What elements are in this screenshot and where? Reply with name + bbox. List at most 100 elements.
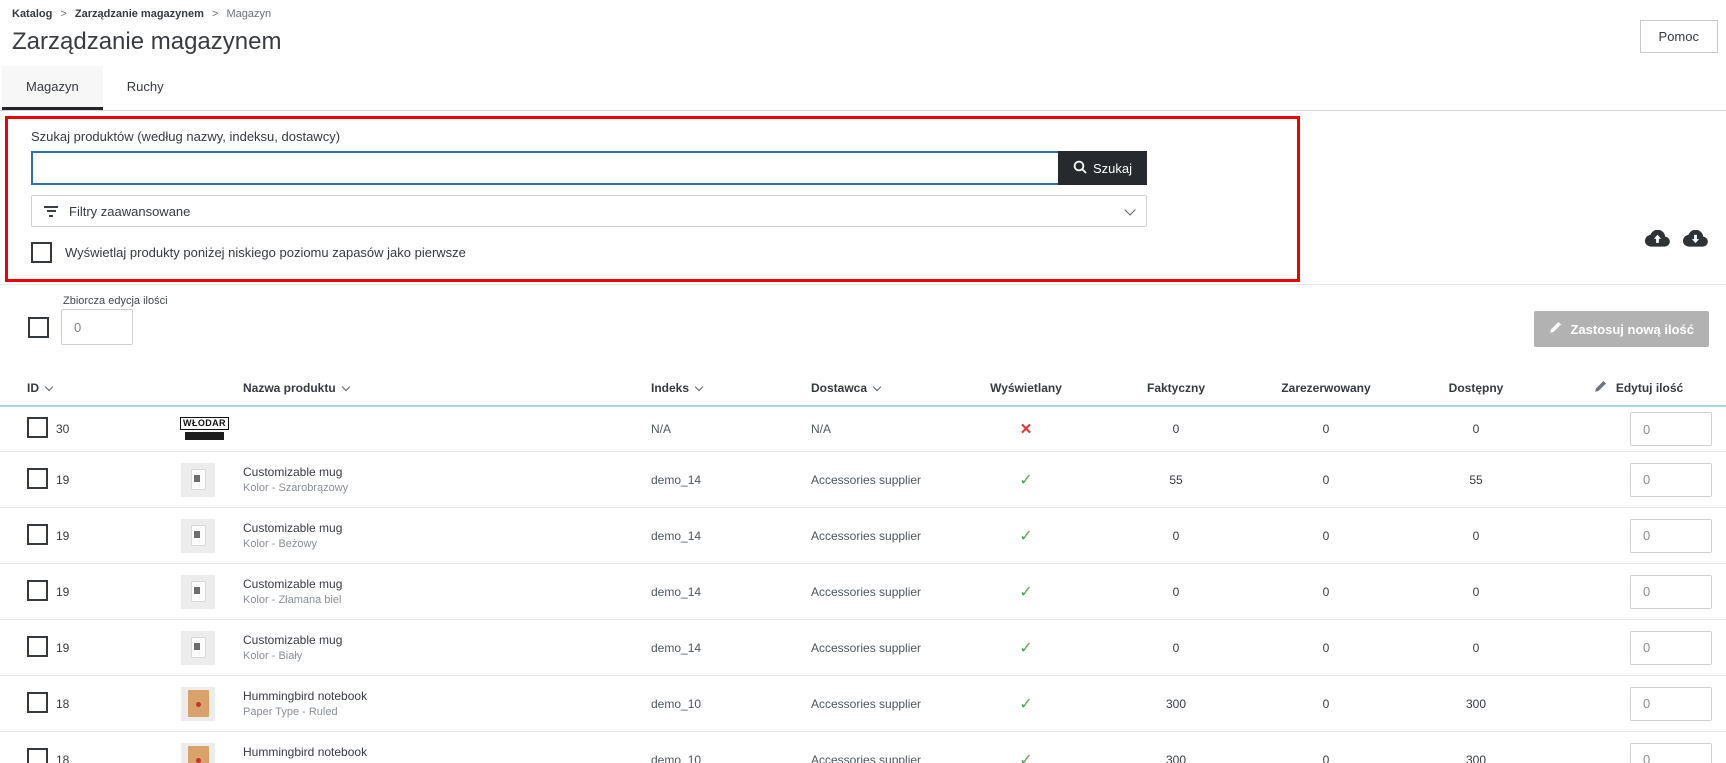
row-checkbox[interactable] — [27, 468, 48, 489]
edit-quantity-input[interactable] — [1630, 412, 1712, 446]
product-reference: demo_14 — [631, 585, 791, 599]
column-header-physical: Faktyczny — [1101, 381, 1251, 395]
available-quantity: 0 — [1401, 641, 1551, 655]
displayed-status-icon: ✓ — [951, 582, 1101, 602]
search-panel-highlighted: Szukaj produktów (według nazwy, indeksu,… — [5, 116, 1300, 282]
bulk-edit-quantity-input[interactable] — [61, 309, 133, 345]
row-select-cell — [0, 524, 56, 548]
displayed-status-icon: ✓ — [951, 638, 1101, 658]
product-variant: Kolor - Szarobrązowy — [243, 482, 348, 494]
product-thumb-cell — [181, 463, 243, 497]
physical-quantity: 0 — [1101, 422, 1251, 436]
cloud-download-icon[interactable] — [1683, 230, 1708, 253]
available-quantity: 55 — [1401, 473, 1551, 487]
filter-icon — [44, 206, 58, 217]
row-checkbox[interactable] — [27, 748, 48, 763]
displayed-status-icon: ✓ — [951, 694, 1101, 714]
advanced-filters-dropdown[interactable]: Filtry zaawansowane — [31, 195, 1147, 227]
product-id: 18 — [56, 697, 181, 711]
row-select-cell — [0, 580, 56, 604]
product-supplier: Accessories supplier — [791, 473, 951, 487]
search-input[interactable] — [31, 151, 1058, 185]
breadcrumb-current: Magazyn — [226, 8, 271, 20]
physical-quantity: 0 — [1101, 529, 1251, 543]
column-header-id[interactable]: ID — [0, 381, 181, 395]
row-checkbox[interactable] — [27, 580, 48, 601]
product-image — [181, 575, 215, 609]
available-quantity: 0 — [1401, 529, 1551, 543]
breadcrumb: Katalog > Zarządzanie magazynem > Magazy… — [12, 8, 1716, 20]
table-row: 30 N/A N/A ✕ 0 0 0 — [0, 407, 1726, 452]
row-checkbox[interactable] — [27, 417, 48, 438]
product-name-cell: Customizable mug Kolor - Beżowy — [243, 521, 631, 550]
product-id: 19 — [56, 641, 181, 655]
available-quantity: 300 — [1401, 697, 1551, 711]
product-thumb-cell — [181, 631, 243, 665]
edit-quantity-input[interactable] — [1630, 687, 1712, 721]
column-header-name[interactable]: Nazwa produktu — [243, 381, 631, 395]
breadcrumb-separator: > — [60, 8, 66, 20]
physical-quantity: 0 — [1101, 585, 1251, 599]
table-body: 30 N/A N/A ✕ 0 0 0 19 Customizable — [0, 407, 1726, 763]
edit-quantity-cell — [1551, 463, 1726, 497]
search-label: Szukaj produktów (według nazwy, indeksu,… — [31, 129, 1147, 144]
advanced-filters-label: Filtry zaawansowane — [69, 204, 190, 219]
tab-magazyn[interactable]: Magazyn — [2, 66, 103, 110]
help-button[interactable]: Pomoc — [1640, 20, 1718, 53]
product-id: 18 — [56, 753, 181, 763]
product-reference: demo_10 — [631, 753, 791, 763]
row-checkbox[interactable] — [27, 636, 48, 657]
product-image — [181, 631, 215, 665]
physical-quantity: 0 — [1101, 641, 1251, 655]
apply-new-quantity-button[interactable]: Zastosuj nową ilość — [1534, 311, 1709, 347]
tab-ruchy[interactable]: Ruchy — [103, 66, 188, 110]
row-checkbox[interactable] — [27, 524, 48, 545]
low-stock-first-row: Wyświetlaj produkty poniżej niskiego poz… — [31, 242, 1147, 263]
reserved-quantity: 0 — [1251, 473, 1401, 487]
displayed-status-icon: ✓ — [951, 470, 1101, 490]
edit-quantity-cell — [1551, 412, 1726, 446]
chevron-down-icon — [1124, 204, 1135, 215]
product-thumb-cell — [181, 743, 243, 763]
product-reference: demo_14 — [631, 473, 791, 487]
breadcrumb-catalog[interactable]: Katalog — [12, 8, 52, 20]
cloud-upload-icon[interactable] — [1645, 230, 1670, 253]
row-select-cell — [0, 636, 56, 660]
breadcrumb-stock-management[interactable]: Zarządzanie magazynem — [75, 8, 204, 20]
product-image — [181, 414, 228, 445]
sort-chevron-icon — [341, 382, 349, 390]
search-icon — [1073, 160, 1087, 177]
reserved-quantity: 0 — [1251, 753, 1401, 763]
product-name-cell: Customizable mug Kolor - Szarobrązowy — [243, 465, 631, 494]
column-header-reference[interactable]: Indeks — [631, 381, 791, 395]
product-id: 19 — [56, 585, 181, 599]
column-header-supplier[interactable]: Dostawca — [791, 381, 951, 395]
table-row: 18 Hummingbird notebook Paper Type - Pla… — [0, 732, 1726, 763]
row-select-cell — [0, 417, 56, 441]
edit-quantity-input[interactable] — [1630, 463, 1712, 497]
edit-quantity-input[interactable] — [1630, 519, 1712, 553]
edit-quantity-cell — [1551, 575, 1726, 609]
product-name-cell: Hummingbird notebook Paper Type - Ruled — [243, 689, 631, 718]
search-row: Szukaj — [31, 151, 1147, 185]
sort-chevron-icon — [873, 382, 881, 390]
table-row: 19 Customizable mug Kolor - Biały demo_1… — [0, 620, 1726, 676]
low-stock-first-checkbox[interactable] — [31, 242, 52, 263]
edit-quantity-input[interactable] — [1630, 743, 1712, 763]
row-checkbox[interactable] — [27, 692, 48, 713]
available-quantity: 300 — [1401, 753, 1551, 763]
product-id: 30 — [56, 422, 181, 436]
product-name-cell: Customizable mug Kolor - Złamana biel — [243, 577, 631, 606]
bulk-edit-checkbox[interactable] — [28, 317, 49, 338]
edit-quantity-input[interactable] — [1630, 631, 1712, 665]
column-header-reserved: Zarezerwowany — [1251, 381, 1401, 395]
edit-quantity-input[interactable] — [1630, 575, 1712, 609]
stock-management-page: Katalog > Zarządzanie magazynem > Magazy… — [0, 0, 1726, 763]
product-supplier: Accessories supplier — [791, 585, 951, 599]
product-name: Customizable mug — [243, 577, 342, 591]
product-image — [181, 687, 215, 721]
product-id: 19 — [56, 529, 181, 543]
search-button[interactable]: Szukaj — [1058, 151, 1147, 185]
product-thumb-cell — [181, 414, 243, 445]
table-row: 19 Customizable mug Kolor - Beżowy demo_… — [0, 508, 1726, 564]
